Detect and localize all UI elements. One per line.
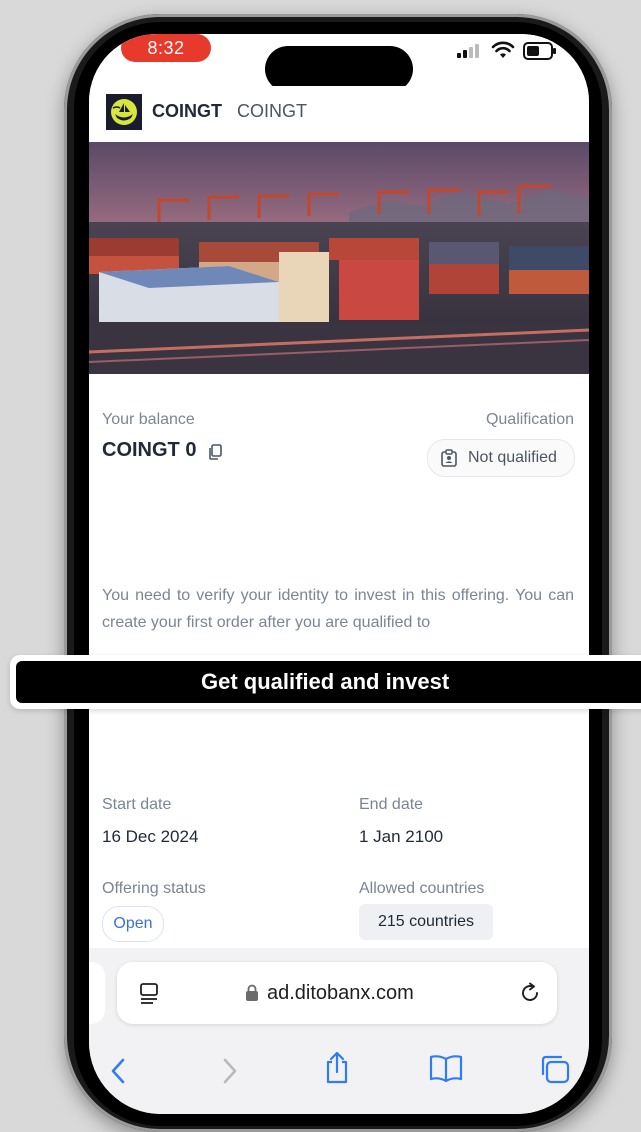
- cellular-signal-icon: [457, 44, 479, 58]
- share-icon[interactable]: [323, 1050, 351, 1089]
- status-time: 8:32: [121, 34, 211, 62]
- offering-status-label: Offering status: [102, 880, 206, 897]
- brand-name: COINGT: [152, 101, 222, 121]
- offering-status-badge: Open: [102, 906, 164, 942]
- address-bar[interactable]: ad.ditobanx.com: [117, 962, 557, 1024]
- coingt-logo[interactable]: [106, 94, 142, 130]
- copy-icon[interactable]: [208, 444, 222, 460]
- browser-toolbar: ad.ditobanx.com: [89, 948, 589, 1114]
- battery-icon: [523, 42, 556, 60]
- status-bar: 8:32: [89, 34, 589, 92]
- reload-icon[interactable]: [519, 982, 541, 1004]
- tabs-icon[interactable]: [539, 1054, 571, 1089]
- balance-label: Your balance: [102, 411, 195, 428]
- cta-card: Get qualified and invest: [10, 655, 641, 709]
- url-text: ad.ditobanx.com: [267, 982, 414, 1004]
- brand-subtitle: COINGT: [237, 101, 307, 121]
- end-date-value: 1 Jan 2100: [359, 827, 444, 846]
- start-date-value: 16 Dec 2024: [102, 827, 199, 846]
- end-date-label: End date: [359, 796, 424, 813]
- allowed-countries-label: Allowed countries: [359, 880, 485, 897]
- verification-notice: You need to verify your identity to inve…: [102, 587, 574, 631]
- previous-tab-preview[interactable]: [89, 962, 105, 1024]
- balance-value: COINGT 0: [102, 439, 197, 461]
- browser-nav-row: [89, 1046, 589, 1096]
- lock-icon: [246, 984, 258, 1001]
- qualification-status-badge: Not qualified: [427, 439, 575, 477]
- app-header: COINGT COINGT: [89, 86, 589, 142]
- back-icon[interactable]: [109, 1056, 129, 1091]
- start-date-label: Start date: [102, 796, 172, 813]
- forward-icon[interactable]: [219, 1056, 239, 1091]
- qualification-status: Not qualified: [468, 449, 557, 466]
- phone-screen: 8:32 COINGT COINGT Your balance COINGT 0…: [89, 34, 589, 1114]
- id-clipboard-icon: [441, 449, 457, 467]
- wifi-icon: [491, 41, 515, 58]
- bookmarks-icon[interactable]: [429, 1054, 463, 1087]
- hero-port-image: [89, 142, 589, 374]
- get-qualified-button[interactable]: Get qualified and invest: [16, 661, 641, 703]
- ship-logo-icon: [111, 99, 137, 125]
- qualification-label: Qualification: [485, 411, 574, 428]
- page-menu-icon[interactable]: [139, 982, 161, 1006]
- allowed-countries-badge[interactable]: 215 countries: [359, 904, 493, 940]
